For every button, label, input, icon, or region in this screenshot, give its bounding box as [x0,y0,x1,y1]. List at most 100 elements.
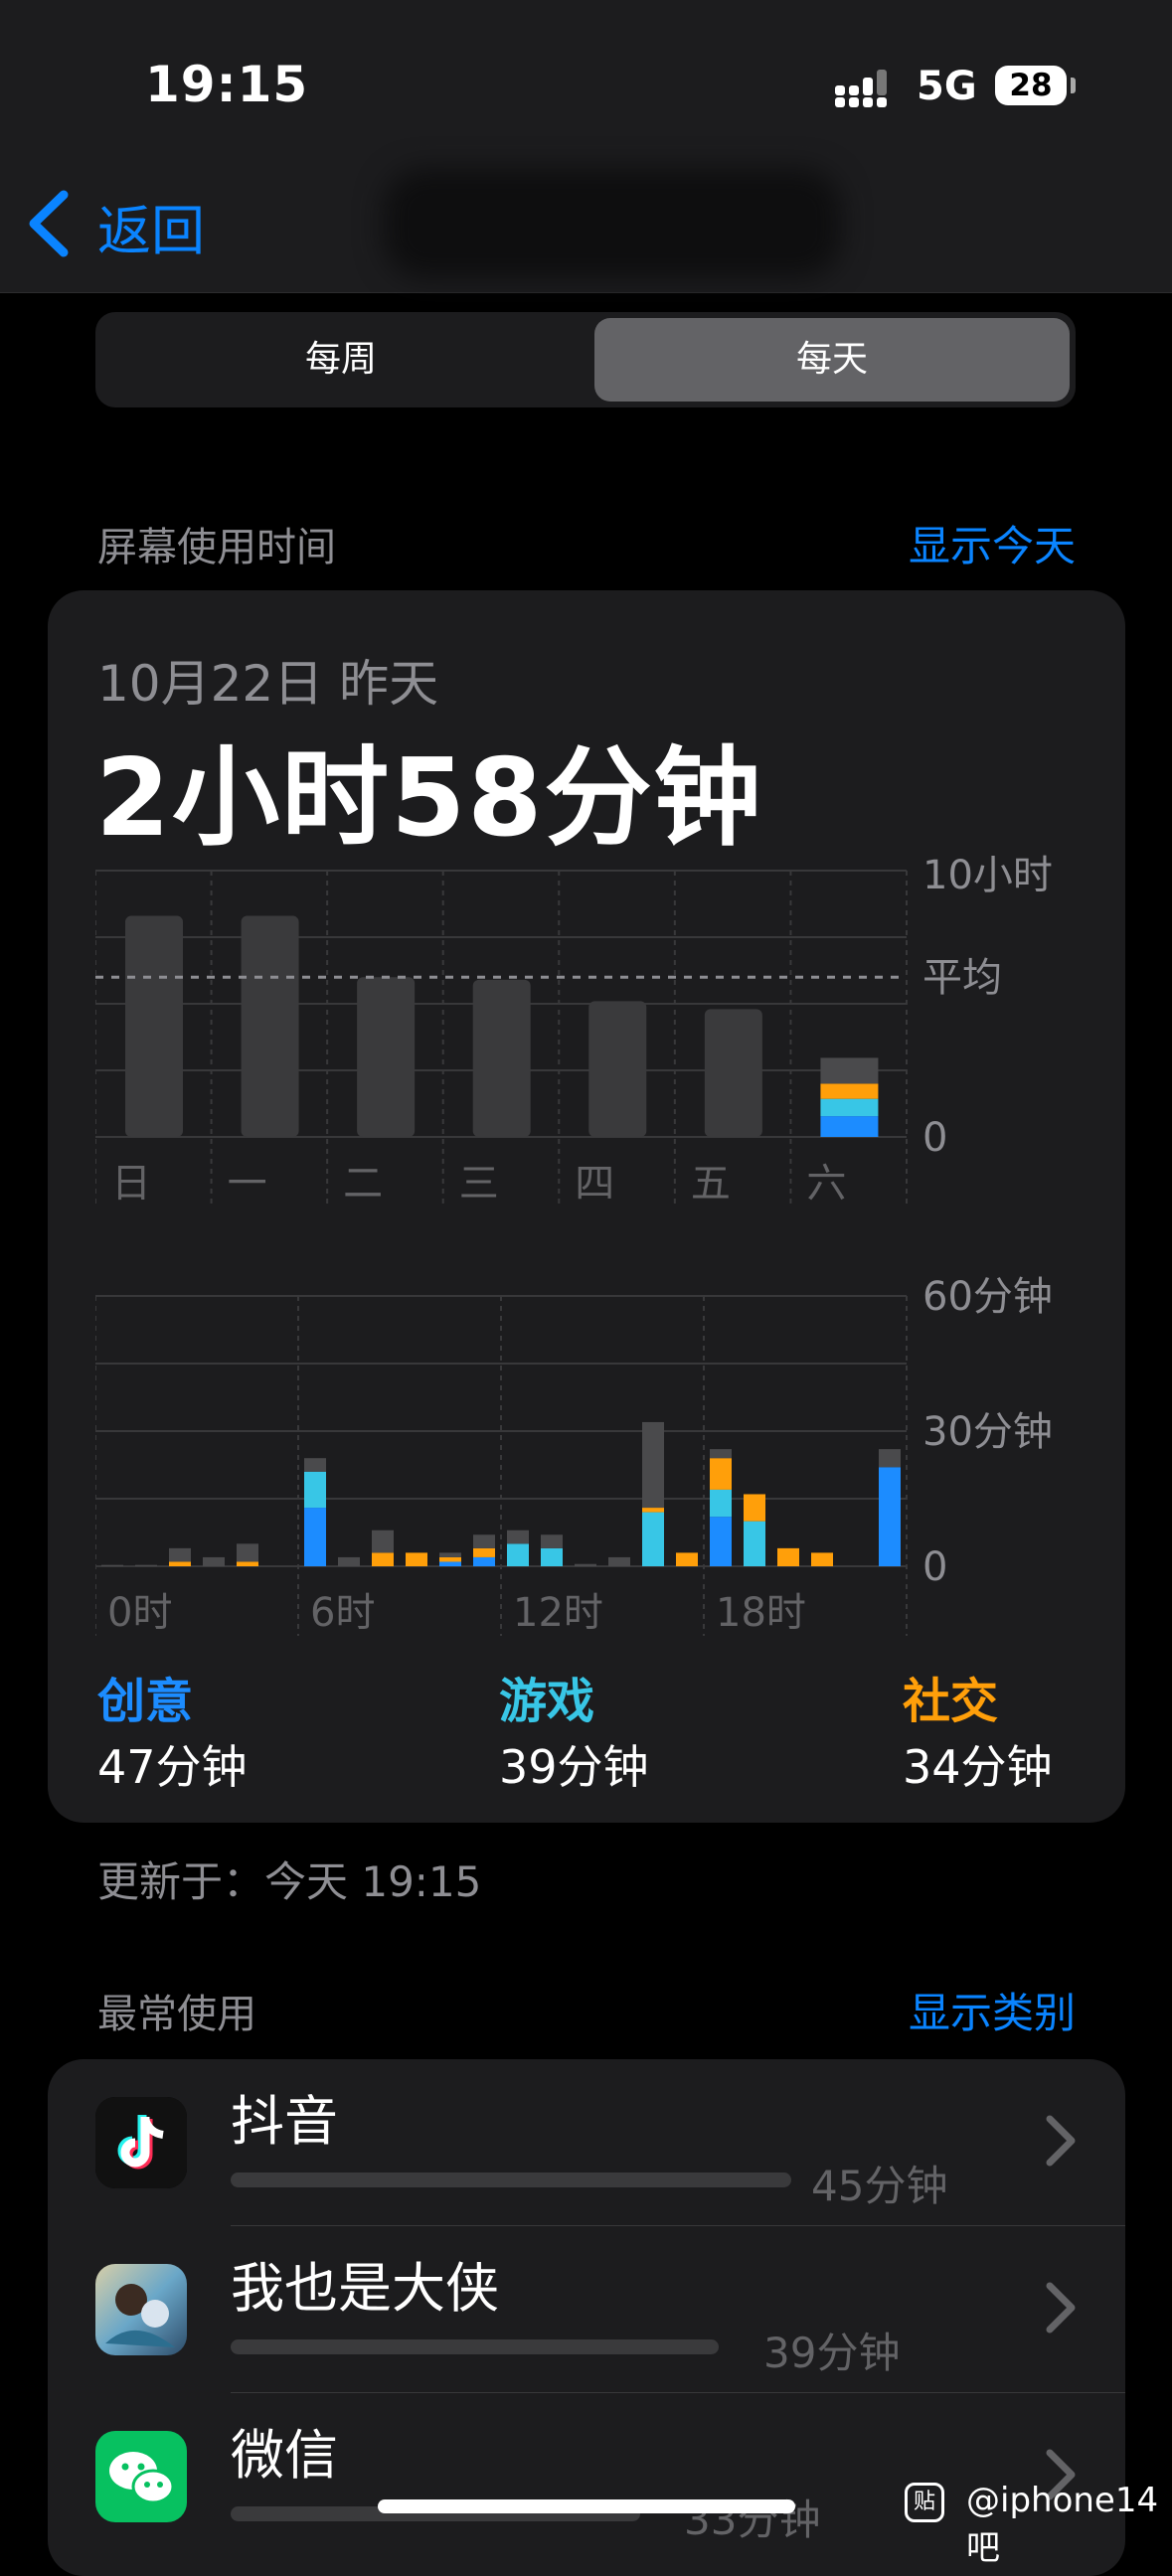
day-bar [588,1001,647,1137]
hourly-usage-chart[interactable]: 0时 6时 12时 18时 60分钟 30分钟 0 [95,1272,1089,1650]
category-name: 游戏 [499,1674,595,1729]
hour-bar-segment [879,1467,901,1566]
day-bar [125,915,183,1137]
hour-bar-segment [473,1547,495,1557]
hour-bar-segment [710,1449,732,1459]
status-time: 19:15 [145,56,309,113]
hour-bar-segment [169,1561,191,1566]
back-label: 返回 [97,200,205,262]
hour-bar-segment [304,1471,326,1509]
back-button[interactable]: 返回 [18,179,217,268]
hour-bar-segment [473,1556,495,1566]
day-tick-label: 五 [691,1161,731,1207]
hour-bar-segment [237,1561,258,1566]
hour-tick-label: 6时 [310,1590,375,1636]
chevron-right-icon [1046,2282,1076,2334]
hour-bar-segment [101,1564,123,1566]
hour-bar-segment [744,1494,765,1522]
hour-bar-segment [744,1521,765,1566]
cellular-signal-icon [835,70,887,107]
watermark-text: @iphone14吧 [966,2481,1159,2568]
tieba-logo-icon: 贴 [905,2483,944,2522]
axis-label-top: 60分钟 [922,1274,1053,1320]
updated-label: 更新于：今天 19:15 [97,1857,482,1906]
hour-tick-label: 12时 [513,1590,603,1636]
chevron-left-icon [29,190,69,257]
weekly-usage-chart[interactable]: 日 一 二 三 四 五 六 10小时平均 0 [95,855,1089,1212]
watermark: 贴 @iphone14吧 [905,2481,1163,2568]
app-name: 我也是大侠 [231,2257,499,2320]
category-time: 47分钟 [97,1740,248,1794]
show-categories-link[interactable]: 显示类别 [775,1980,1076,2040]
show-today-link[interactable]: 显示今天 [775,513,1076,573]
app-row-douyin[interactable]: 抖音 45分钟 [48,2059,1125,2226]
hour-bar-segment [439,1561,461,1566]
hour-bar-segment [473,1534,495,1548]
bar-segment-games [820,1098,879,1117]
chevron-right-icon [1046,2115,1076,2167]
hour-bar-segment [642,1421,664,1509]
hour-bar-segment [575,1563,596,1566]
redacted-title [384,169,841,278]
battery-tip [1071,78,1076,93]
hour-tick-label: 18时 [716,1590,806,1636]
day-bar [472,979,531,1137]
network-type: 5G [917,64,977,109]
hour-bar-segment [710,1517,732,1566]
day-bar [357,977,416,1137]
app-row-game[interactable]: 我也是大侠 39分钟 [48,2226,1125,2393]
hour-bar-segment [541,1534,563,1548]
category-name: 社交 [903,1674,999,1729]
hour-bar-segment [507,1530,529,1544]
wechat-icon [95,2431,187,2522]
period-segmented-control: 每周 每天 [95,312,1076,407]
app-name: 微信 [231,2424,338,2487]
section-title-screen-time: 屏幕使用时间 [97,525,336,570]
app-name: 抖音 [231,2090,338,2153]
hour-bar-segment [710,1458,732,1490]
axis-label-zero: 0 [922,1115,947,1161]
game-icon [95,2264,187,2355]
hour-bar-segment [372,1530,394,1553]
day-tick-label: 日 [111,1161,151,1207]
hour-bar-segment [710,1489,732,1518]
axis-label-mid: 30分钟 [922,1409,1053,1455]
total-usage: 2小时58分钟 [95,736,763,861]
hour-bar-segment [642,1508,664,1513]
axis-label-zero: 0 [922,1544,947,1590]
hour-bar-segment [439,1552,461,1557]
hour-bar-segment [338,1556,360,1566]
usage-bar [231,2339,719,2354]
segment-day[interactable]: 每天 [594,318,1070,402]
day-tick-label: 二 [343,1161,383,1207]
hour-bar-segment [676,1552,698,1566]
day-tick-label: 六 [806,1161,846,1207]
hour-bar-segment [541,1547,563,1566]
hour-bar-segment [304,1458,326,1472]
category-time: 39分钟 [499,1740,649,1794]
day-tick-label: 一 [228,1161,267,1207]
hour-bar-segment [777,1547,799,1566]
battery-icon: 28 [995,66,1067,105]
hour-tick-label: 0时 [107,1590,172,1636]
segment-week[interactable]: 每周 [95,312,586,407]
hour-bar-segment [811,1552,833,1566]
douyin-icon [95,2097,187,2188]
day-bar [704,1009,762,1137]
category-games: 游戏 39分钟 [499,1662,797,1797]
app-time: 39分钟 [763,2329,901,2377]
home-indicator [378,2499,795,2513]
hour-bar-segment [169,1547,191,1562]
category-time: 34分钟 [903,1740,1053,1794]
app-time: 45分钟 [811,2162,948,2210]
usage-bar [231,2173,791,2187]
category-name: 创意 [97,1674,194,1729]
hour-bar-segment [372,1552,394,1566]
category-social: 社交 34分钟 [903,1662,1141,1797]
app-row-wechat[interactable]: 微信 33分钟 [48,2393,1125,2560]
hour-bar-segment [237,1543,258,1562]
hour-bar-segment [608,1556,630,1566]
hour-bar-segment [507,1543,529,1566]
hour-bar-segment [304,1508,326,1566]
hour-bar-segment [642,1512,664,1566]
